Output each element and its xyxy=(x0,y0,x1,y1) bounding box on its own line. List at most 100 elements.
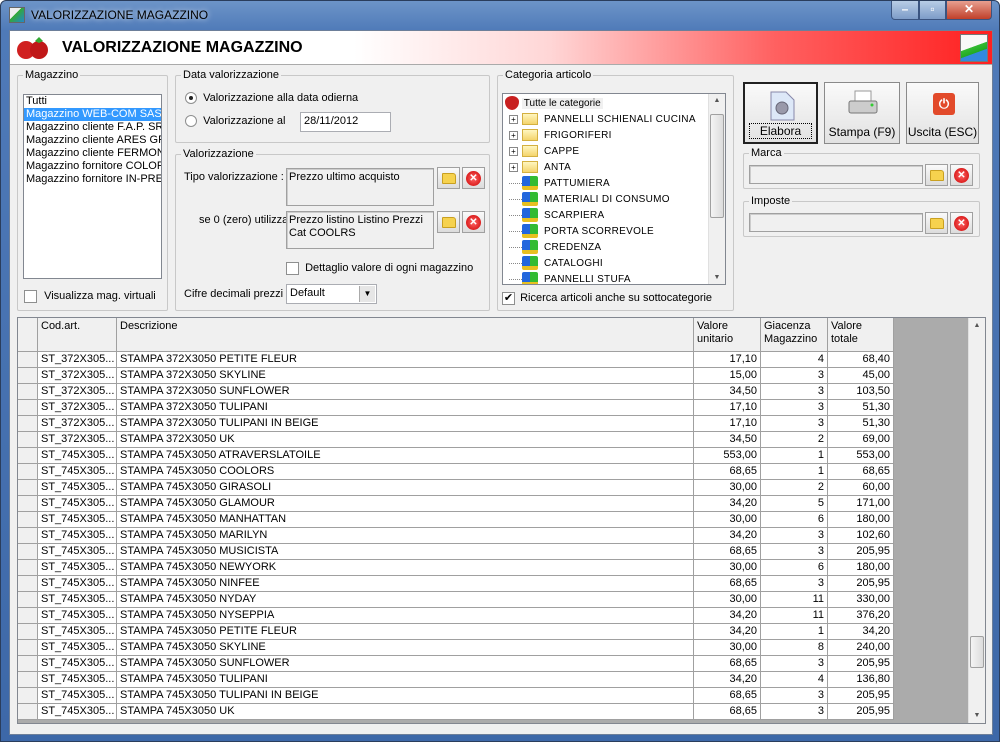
expand-icon[interactable]: + xyxy=(509,130,518,140)
row-indicator[interactable] xyxy=(18,384,38,400)
expand-icon[interactable]: + xyxy=(509,146,518,156)
magazzino-list-item[interactable]: Magazzino cliente F.A.P. SR xyxy=(24,121,161,134)
tree-node[interactable]: + ANTA xyxy=(509,160,571,176)
table-row[interactable]: ST_372X305... STAMPA 372X3050 SKYLINE 15,0… xyxy=(18,368,894,384)
date-input[interactable]: 28/11/2012 xyxy=(300,112,391,132)
row-indicator[interactable] xyxy=(18,432,38,448)
uscita-button[interactable]: ⏻ Uscita (ESC) xyxy=(906,82,979,144)
tree-node[interactable]: SCARPIERA xyxy=(509,208,605,224)
tree-node[interactable]: + CAPPE xyxy=(509,144,579,160)
table-row[interactable]: ST_745X305... STAMPA 745X3050 MARILYN 34,2… xyxy=(18,528,894,544)
tree-node[interactable]: CATALOGHI xyxy=(509,256,603,272)
table-row[interactable]: ST_745X305... STAMPA 745X3050 NINFEE 68,65… xyxy=(18,576,894,592)
minimize-button[interactable]: – xyxy=(891,1,919,20)
checkbox-box[interactable] xyxy=(24,290,37,303)
sottocategorie-checkbox[interactable]: ✔ Ricerca articoli anche su sottocategor… xyxy=(502,292,712,305)
table-row[interactable]: ST_745X305... STAMPA 745X3050 ATRAVERSLAT… xyxy=(18,448,894,464)
cifre-decimali-select[interactable]: Default ▼ xyxy=(286,284,377,304)
tree-node[interactable]: PANNELLI STUFA xyxy=(509,272,631,284)
table-row[interactable]: ST_745X305... STAMPA 745X3050 SKYLINE 30,0… xyxy=(18,640,894,656)
expand-icon[interactable]: + xyxy=(509,162,518,172)
row-indicator[interactable] xyxy=(18,688,38,704)
row-indicator[interactable] xyxy=(18,560,38,576)
table-row[interactable]: ST_745X305... STAMPA 745X3050 TULIPANI IN… xyxy=(18,688,894,704)
table-row[interactable]: ST_372X305... STAMPA 372X3050 UK 34,50 2 69,… xyxy=(18,432,894,448)
categoria-tree[interactable]: Tutte le categorie + PANNELLI SCHIENALI C… xyxy=(502,93,726,285)
magazzino-list-item[interactable]: Magazzino WEB-COM SAS xyxy=(24,108,161,121)
row-indicator[interactable] xyxy=(18,416,38,432)
tipo-select-button[interactable] xyxy=(437,167,460,189)
column-header-valore-unitario[interactable]: Valore unitario xyxy=(694,318,761,352)
table-row[interactable]: ST_745X305... STAMPA 745X3050 UK 68,65 3 205… xyxy=(18,704,894,720)
tree-scrollbar[interactable]: ▲ ▼ xyxy=(708,94,725,284)
table-row[interactable]: ST_745X305... STAMPA 745X3050 TULIPANI 34,… xyxy=(18,672,894,688)
results-table[interactable]: Cod.art. Descrizione Valore unitario Gia… xyxy=(17,317,986,724)
table-row[interactable]: ST_745X305... STAMPA 745X3050 NYSEPPIA 34,… xyxy=(18,608,894,624)
magazzino-list-item[interactable]: Magazzino fornitore COLOR xyxy=(24,160,161,173)
tree-node[interactable]: CREDENZA xyxy=(509,240,601,256)
checkbox-box[interactable] xyxy=(286,262,299,275)
table-row[interactable]: ST_372X305... STAMPA 372X3050 SUNFLOWER 34… xyxy=(18,384,894,400)
table-row[interactable]: ST_745X305... STAMPA 745X3050 GIRASOLI 30,… xyxy=(18,480,894,496)
radio-button[interactable] xyxy=(185,115,197,128)
scroll-down-icon[interactable]: ▼ xyxy=(969,712,985,719)
row-indicator[interactable] xyxy=(18,512,38,528)
tree-node[interactable]: MATERIALI DI CONSUMO xyxy=(509,192,670,208)
scroll-thumb[interactable] xyxy=(710,114,724,218)
tree-node[interactable]: PORTA SCORREVOLE xyxy=(509,224,654,240)
row-indicator[interactable] xyxy=(18,464,38,480)
magazzino-list-item[interactable]: Magazzino cliente ARES GR xyxy=(24,134,161,147)
tree-node[interactable]: + PANNELLI SCHIENALI CUCINA xyxy=(509,112,696,128)
row-indicator[interactable] xyxy=(18,672,38,688)
row-indicator[interactable] xyxy=(18,400,38,416)
table-row[interactable]: ST_372X305... STAMPA 372X3050 TULIPANI IN… xyxy=(18,416,894,432)
table-row[interactable]: ST_372X305... STAMPA 372X3050 PETITE FLEU… xyxy=(18,352,894,368)
table-row[interactable]: ST_745X305... STAMPA 745X3050 NEWYORK 30,0… xyxy=(18,560,894,576)
marca-select-button[interactable] xyxy=(925,164,948,186)
zero-clear-button[interactable]: ✕ xyxy=(462,211,485,233)
scroll-thumb[interactable] xyxy=(970,636,984,668)
tipo-clear-button[interactable]: ✕ xyxy=(462,167,485,189)
magazzino-list-item[interactable]: Tutti xyxy=(24,95,161,108)
imposte-select-button[interactable] xyxy=(925,212,948,234)
table-row[interactable]: ST_745X305... STAMPA 745X3050 MUSICISTA 68… xyxy=(18,544,894,560)
table-row[interactable]: ST_745X305... STAMPA 745X3050 NYDAY 30,00 1… xyxy=(18,592,894,608)
row-indicator[interactable] xyxy=(18,640,38,656)
visualizza-virtuali-checkbox[interactable]: Visualizza mag. virtuali xyxy=(24,290,156,303)
column-header-giacenza[interactable]: Giacenza Magazzino xyxy=(761,318,828,352)
column-header-cod-art[interactable]: Cod.art. xyxy=(38,318,117,352)
table-row[interactable]: ST_745X305... STAMPA 745X3050 SUNFLOWER 68… xyxy=(18,656,894,672)
row-indicator[interactable] xyxy=(18,576,38,592)
table-row[interactable]: ST_745X305... STAMPA 745X3050 GLAMOUR 34,2… xyxy=(18,496,894,512)
scroll-up-icon[interactable]: ▲ xyxy=(709,97,725,104)
checkbox-box[interactable]: ✔ xyxy=(502,292,515,305)
magazzino-list-item[interactable]: Magazzino fornitore IN-PRES xyxy=(24,173,161,186)
chevron-down-icon[interactable]: ▼ xyxy=(359,286,375,302)
tree-node[interactable]: + FRIGORIFERI xyxy=(509,128,612,144)
table-row[interactable]: ST_745X305... STAMPA 745X3050 PETITE FLEU… xyxy=(18,624,894,640)
row-indicator[interactable] xyxy=(18,624,38,640)
magazzino-listbox[interactable]: Tutti Magazzino WEB-COM SAS Magazzino clie… xyxy=(23,94,162,279)
radio-button[interactable] xyxy=(185,92,197,105)
stampa-button[interactable]: Stampa (F9) xyxy=(824,82,900,144)
column-header-descrizione[interactable]: Descrizione xyxy=(117,318,694,352)
column-header-valore-totale[interactable]: Valore totale xyxy=(828,318,894,352)
imposte-clear-button[interactable]: ✕ xyxy=(950,212,973,234)
table-row[interactable]: ST_372X305... STAMPA 372X3050 TULIPANI 17,… xyxy=(18,400,894,416)
row-indicator[interactable] xyxy=(18,656,38,672)
maximize-button[interactable]: ▫ xyxy=(919,1,946,20)
close-button[interactable]: ✕ xyxy=(946,1,992,20)
row-indicator[interactable] xyxy=(18,544,38,560)
table-row[interactable]: ST_745X305... STAMPA 745X3050 COOLORS 68,6… xyxy=(18,464,894,480)
row-indicator[interactable] xyxy=(18,704,38,720)
marca-clear-button[interactable]: ✕ xyxy=(950,164,973,186)
scroll-down-icon[interactable]: ▼ xyxy=(709,274,725,281)
tree-root-node[interactable]: Tutte le categorie xyxy=(505,96,603,112)
zero-select-button[interactable] xyxy=(437,211,460,233)
row-indicator[interactable] xyxy=(18,608,38,624)
dettaglio-checkbox[interactable]: Dettaglio valore di ogni magazzino xyxy=(286,262,473,275)
table-row[interactable]: ST_745X305... STAMPA 745X3050 MANHATTAN 30… xyxy=(18,512,894,528)
radio-data-odierna[interactable]: Valorizzazione alla data odierna xyxy=(185,92,358,105)
expand-icon[interactable]: + xyxy=(509,114,518,124)
table-scrollbar[interactable]: ▲ ▼ xyxy=(968,318,985,723)
